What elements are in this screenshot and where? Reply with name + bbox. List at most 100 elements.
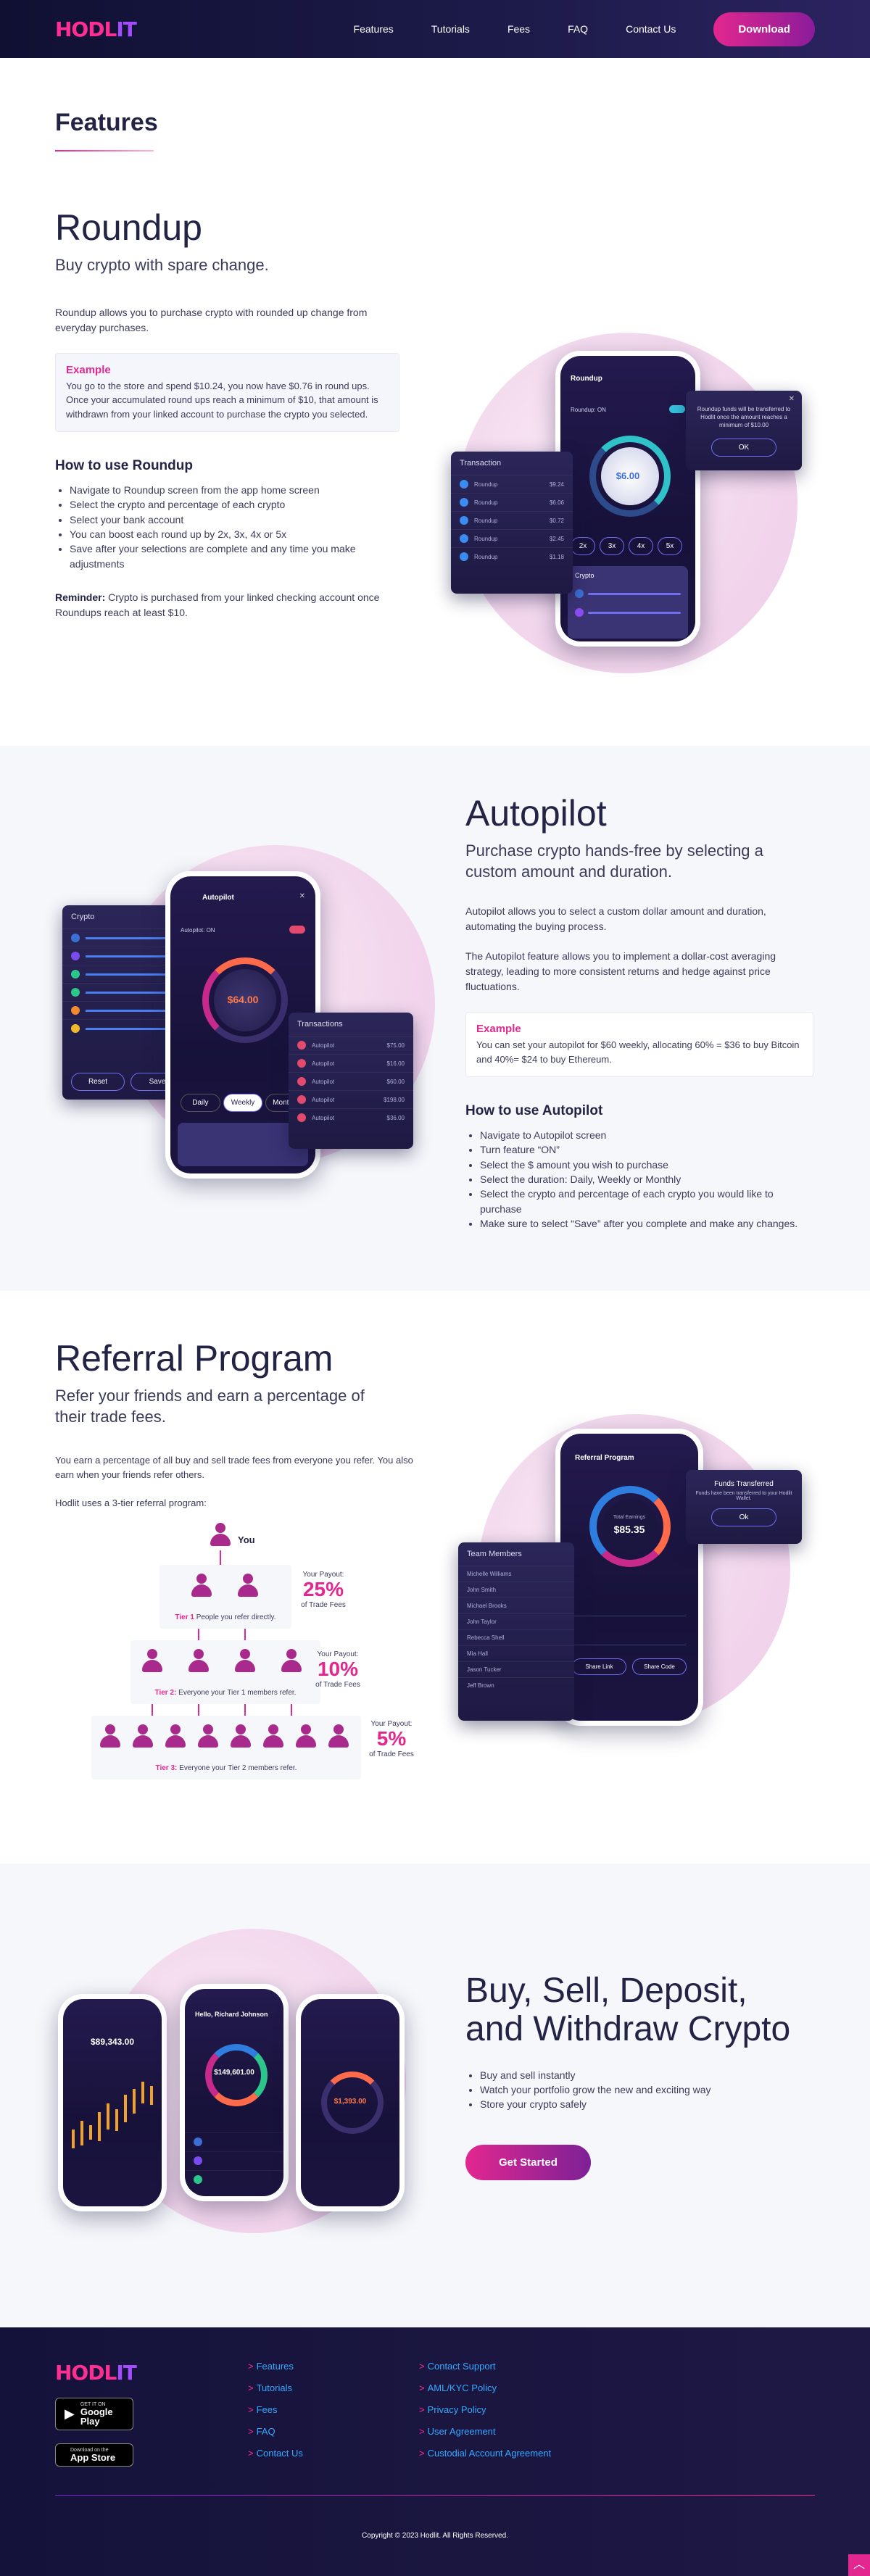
- footer-link[interactable]: > FAQ: [248, 2426, 419, 2437]
- row-label: Autopilot: [312, 1060, 335, 1067]
- coin-icon: [460, 498, 468, 507]
- nav-contact[interactable]: Contact Us: [626, 23, 676, 35]
- footer-link[interactable]: > AML/KYC Policy: [419, 2382, 637, 2393]
- coin-icon: [71, 1024, 80, 1033]
- example-body: You go to the store and spend $10.24, yo…: [66, 380, 378, 420]
- coin-icon: [460, 534, 468, 543]
- footer-logo[interactable]: HODLIT: [55, 2361, 248, 2385]
- list-item: Make sure to select “Save” after you com…: [480, 1216, 813, 1231]
- share-link-button[interactable]: Share Link: [572, 1658, 626, 1675]
- row-label: Roundup: [474, 481, 498, 488]
- person-icon: [236, 1574, 260, 1598]
- roundup-modal: ✕ Roundup funds will be transferred to H…: [686, 391, 802, 470]
- list-item: Watch your portfolio grow the new and ex…: [480, 2082, 806, 2097]
- copyright: Copyright © 2023 Hodlit. All Rights Rese…: [362, 2532, 508, 2540]
- slider-track[interactable]: [588, 592, 681, 595]
- footer-link[interactable]: > Privacy Policy: [419, 2404, 637, 2415]
- badge-big: Google Play: [80, 2406, 113, 2427]
- nav-features[interactable]: Features: [354, 23, 394, 35]
- link-label: Fees: [256, 2404, 278, 2415]
- footer-nav-col2: > Contact Support > AML/KYC Policy > Privac…: [419, 2361, 637, 2469]
- boost-3x[interactable]: 3x: [600, 537, 624, 555]
- table-row: John Smith: [458, 1582, 574, 1597]
- link-label: Custodial Account Agreement: [427, 2448, 552, 2459]
- footer-link[interactable]: > Contact Support: [419, 2361, 637, 2372]
- row-amount: $9.24: [549, 481, 564, 488]
- row-label: Autopilot: [312, 1096, 335, 1103]
- footer-link[interactable]: > Custodial Account Agreement: [419, 2448, 637, 2459]
- coin-icon: [194, 2175, 202, 2184]
- footer-link[interactable]: > Tutorials: [248, 2382, 419, 2393]
- referral-code-field[interactable]: [572, 1634, 687, 1645]
- roundup-subtitle: Buy crypto with spare change.: [55, 256, 269, 274]
- row-label: Roundup: [474, 553, 498, 560]
- download-button[interactable]: Download: [713, 12, 815, 46]
- phone-screen: $1,393.00: [301, 1999, 399, 2206]
- share-actions: Share Link Share Code: [572, 1658, 687, 1675]
- nav-fees[interactable]: Fees: [508, 23, 530, 35]
- bsdw-title: Buy, Sell, Deposit, and Withdraw Crypto: [465, 1972, 791, 2048]
- person-icon: [196, 1724, 220, 1749]
- play-icon: ▶: [65, 2406, 75, 2421]
- phone-title: Referral Program: [575, 1454, 634, 1462]
- table-row: Autopilot $16.00: [289, 1054, 413, 1072]
- nav-tutorials[interactable]: Tutorials: [431, 23, 470, 35]
- close-icon[interactable]: ✕: [789, 395, 795, 403]
- footer-link[interactable]: > User Agreement: [419, 2426, 637, 2437]
- pyramid-you: You: [209, 1523, 255, 1547]
- referral-phone: Referral Program Total Earnings $85.35 S…: [555, 1429, 703, 1726]
- modal-ok-button[interactable]: OK: [711, 438, 776, 457]
- footer-link[interactable]: > Contact Us: [248, 2448, 419, 2459]
- referral-link-field[interactable]: [572, 1605, 687, 1616]
- coin-icon: [460, 552, 468, 561]
- crypto-slider-row[interactable]: [575, 589, 681, 598]
- boost-2x[interactable]: 2x: [571, 537, 595, 555]
- get-started-button[interactable]: Get Started: [465, 2145, 591, 2181]
- earnings-label: Total Earnings: [613, 1515, 646, 1520]
- list-item: Select the duration: Daily, Weekly or Mo…: [480, 1172, 813, 1187]
- coin-icon: [297, 1041, 306, 1050]
- portfolio-phone: Hello, Richard Johnson $149,601.00: [180, 1984, 289, 2201]
- logo[interactable]: HODLIT: [55, 17, 137, 41]
- tier-desc: Everyone your Tier 1 members refer.: [178, 1689, 297, 1697]
- share-code-button[interactable]: Share Code: [632, 1658, 687, 1675]
- list-item: Navigate to Roundup screen from the app …: [70, 483, 399, 497]
- scroll-top-button[interactable]: ︿: [848, 2554, 870, 2576]
- trading-phone: $89,343.00: [58, 1994, 167, 2211]
- tier3-box: Tier 3: Everyone your Tier 2 members ref…: [91, 1716, 361, 1779]
- phone-title: Roundup: [571, 375, 602, 383]
- roundup-intro: Roundup allows you to purchase crypto wi…: [55, 306, 368, 333]
- crypto-slider-row[interactable]: [575, 608, 681, 617]
- boost-5x[interactable]: 5x: [658, 537, 682, 555]
- features-title: Features: [55, 109, 158, 136]
- footer-link[interactable]: > Features: [248, 2361, 419, 2372]
- example-title: Example: [476, 1023, 521, 1036]
- coin-icon: [71, 988, 80, 997]
- duration-weekly[interactable]: Weekly: [223, 1094, 263, 1112]
- phone-screen: Hello, Richard Johnson $149,601.00: [185, 1989, 283, 2196]
- coin-icon: [194, 2156, 202, 2165]
- app-store-badge[interactable]: Download on the App Store: [55, 2443, 133, 2467]
- footer-brand: HODLIT ▶ GET IT ON Google Play Download o…: [55, 2361, 248, 2469]
- table-row: Rebecca Shell: [458, 1629, 574, 1645]
- referral-text: Referral Program Refer your friends and …: [55, 1339, 418, 1511]
- phone-screen: Roundup Roundup: ON $6.00 2x 3x 4x 5x Cr…: [560, 356, 695, 641]
- coin-icon: [297, 1113, 306, 1122]
- google-play-badge[interactable]: ▶ GET IT ON Google Play: [55, 2398, 133, 2430]
- close-icon[interactable]: ✕: [299, 892, 305, 900]
- badge-big: App Store: [70, 2452, 116, 2463]
- roundup-toggle[interactable]: [669, 405, 685, 413]
- link-label: Privacy Policy: [427, 2404, 486, 2415]
- logo-hodl: HODL: [55, 2361, 117, 2385]
- coin-icon: [460, 480, 468, 489]
- nav-faq[interactable]: FAQ: [568, 23, 588, 35]
- reset-button[interactable]: Reset: [71, 1073, 125, 1091]
- slider-track[interactable]: [588, 611, 681, 614]
- autopilot-toggle[interactable]: [289, 926, 305, 934]
- duration-daily[interactable]: Daily: [181, 1094, 220, 1112]
- features-underline: [55, 150, 154, 151]
- boost-4x[interactable]: 4x: [629, 537, 653, 555]
- footer-link[interactable]: > Fees: [248, 2404, 419, 2415]
- footer-columns: HODLIT ▶ GET IT ON Google Play Download o…: [55, 2361, 815, 2469]
- modal-ok-button[interactable]: Ok: [711, 1508, 776, 1526]
